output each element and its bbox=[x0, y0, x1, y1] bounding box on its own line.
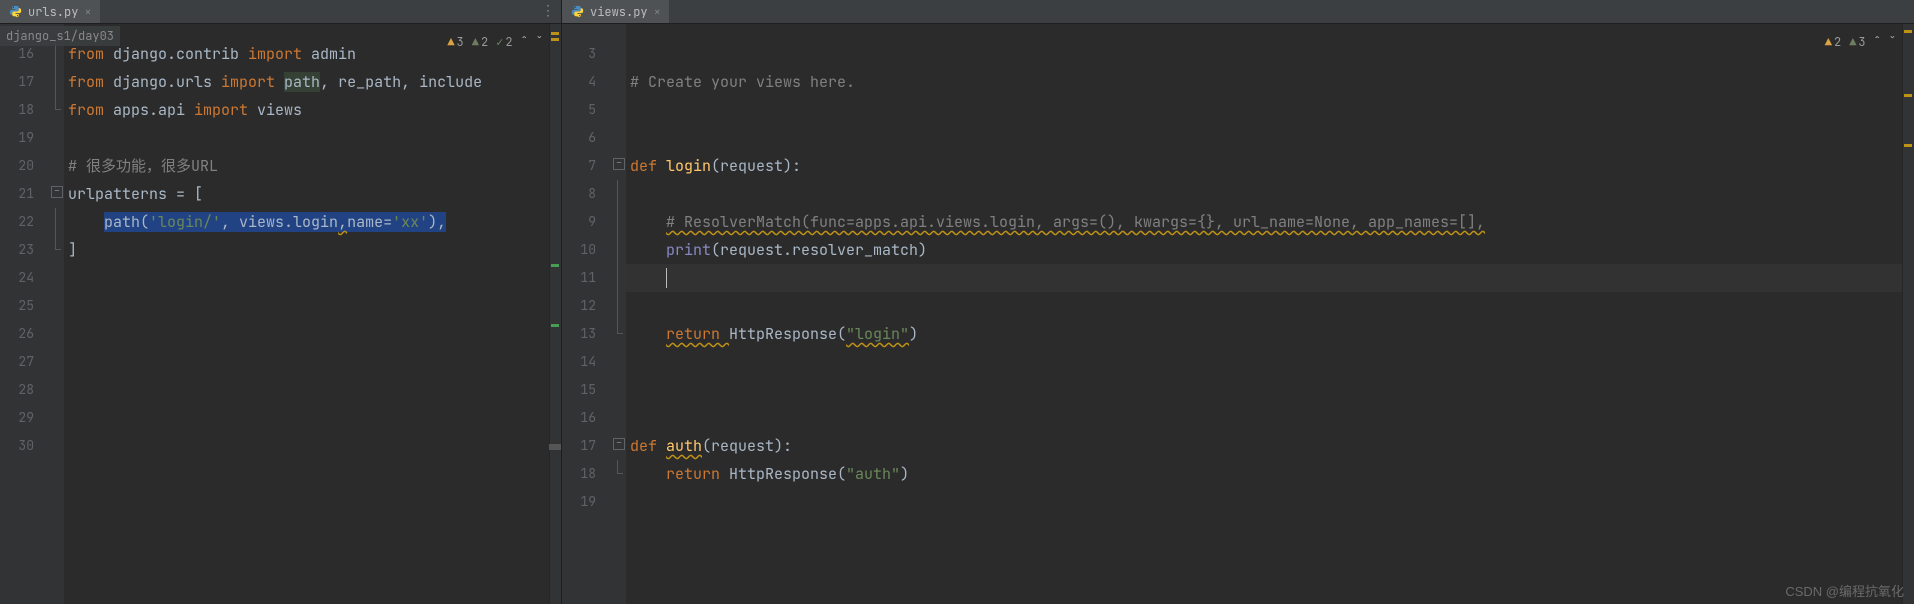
code-area-right[interactable]: # Create your views here.def login(reque… bbox=[626, 24, 1914, 604]
code-editor-left[interactable]: 161718192021222324252627282930 from djan… bbox=[0, 24, 561, 604]
chevron-down-icon: ˇ bbox=[1889, 34, 1896, 50]
python-file-icon bbox=[8, 5, 22, 19]
tab-bar-right: views.py × bbox=[562, 0, 1914, 24]
chevron-icon: ˆ bbox=[1874, 34, 1881, 50]
close-icon[interactable]: × bbox=[654, 4, 661, 20]
warning-icon: ▲ bbox=[447, 34, 454, 50]
chevron-down-icon: ˇ bbox=[536, 34, 543, 50]
editor-pane-right: views.py × ▲2 ▲3 ˆ ˇ 3456789101112131415… bbox=[562, 0, 1914, 604]
tab-bar-left: urls.py × ⋮ bbox=[0, 0, 561, 24]
tab-label: views.py bbox=[590, 4, 648, 20]
fold-column-left[interactable] bbox=[50, 24, 64, 604]
inspection-status-left[interactable]: ▲3 ▲2 ✓2 ˆ ˇ bbox=[447, 34, 543, 50]
gutter-left[interactable]: 161718192021222324252627282930 bbox=[0, 24, 50, 604]
weak-warning-icon: ▲ bbox=[472, 34, 479, 50]
warning-icon: ▲ bbox=[1825, 34, 1832, 50]
gutter-right[interactable]: 345678910111213141516171819 bbox=[562, 24, 612, 604]
close-icon[interactable]: × bbox=[84, 4, 91, 20]
fold-column-right[interactable] bbox=[612, 24, 626, 604]
weak-warning-icon: ▲ bbox=[1849, 34, 1856, 50]
breadcrumb[interactable]: django_s1/day03 bbox=[0, 26, 120, 46]
watermark: CSDN @编程抗氧化 bbox=[1785, 581, 1904, 600]
error-stripe-right[interactable] bbox=[1902, 24, 1914, 604]
editor-pane-left: urls.py × ⋮ django_s1/day03 ▲3 ▲2 ✓2 ˆ ˇ… bbox=[0, 0, 562, 604]
error-stripe-left[interactable] bbox=[549, 24, 561, 604]
inspection-status-right[interactable]: ▲2 ▲3 ˆ ˇ bbox=[1825, 34, 1896, 50]
tab-label: urls.py bbox=[28, 4, 78, 20]
chevron-icon: ˆ bbox=[521, 34, 528, 50]
tab-overflow-icon[interactable]: ⋮ bbox=[541, 2, 555, 20]
python-file-icon bbox=[570, 5, 584, 19]
code-area-left[interactable]: from django.contrib import adminfrom dja… bbox=[64, 24, 561, 604]
ide-split-view: urls.py × ⋮ django_s1/day03 ▲3 ▲2 ✓2 ˆ ˇ… bbox=[0, 0, 1914, 604]
code-editor-right[interactable]: 345678910111213141516171819 # Create you… bbox=[562, 24, 1914, 604]
tab-views-py[interactable]: views.py × bbox=[562, 0, 669, 23]
tab-urls-py[interactable]: urls.py × bbox=[0, 0, 100, 23]
typo-icon: ✓ bbox=[496, 34, 503, 50]
